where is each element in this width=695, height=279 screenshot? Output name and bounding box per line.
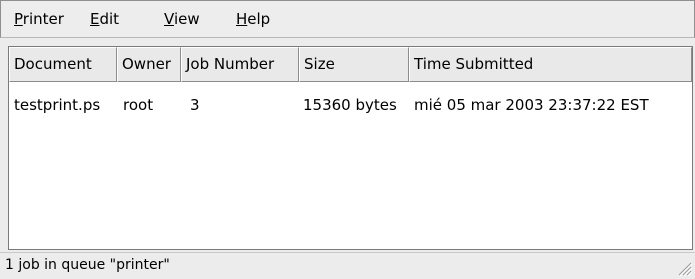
menu-view-label: iew (173, 10, 200, 28)
menu-edit[interactable]: Edit (90, 10, 119, 28)
status-text: 1 job in queue "printer" (5, 257, 170, 273)
menu-help[interactable]: Help (236, 10, 270, 28)
menu-printer[interactable]: Printer (14, 10, 64, 28)
table-row[interactable]: testprint.ps root 3 15360 bytes mié 05 m… (9, 94, 692, 116)
cell-job-number: 3 (190, 96, 200, 114)
menu-printer-mnemonic: P (14, 10, 23, 28)
column-header-time-submitted[interactable]: Time Submitted (409, 47, 692, 82)
job-list[interactable]: Document Owner Job Number Size Time Subm… (8, 46, 693, 250)
cell-size: 15360 bytes (303, 96, 397, 114)
menu-printer-label: rinter (22, 10, 64, 28)
column-header-size[interactable]: Size (299, 47, 409, 82)
cell-owner: root (123, 96, 154, 114)
menu-view[interactable]: View (164, 10, 200, 28)
column-header-document[interactable]: Document (9, 47, 117, 82)
cell-document: testprint.ps (14, 96, 101, 114)
column-header-row: Document Owner Job Number Size Time Subm… (9, 47, 692, 82)
menu-help-mnemonic: H (236, 10, 248, 28)
column-header-owner[interactable]: Owner (117, 47, 181, 82)
menu-help-label: elp (247, 10, 271, 28)
cell-time-submitted: mié 05 mar 2003 23:37:22 EST (414, 96, 649, 114)
status-bar: 1 job in queue "printer" (0, 252, 695, 279)
menu-bar: Printer Edit View Help (0, 0, 695, 38)
column-header-job-number[interactable]: Job Number (181, 47, 299, 82)
menu-view-mnemonic: V (164, 10, 174, 28)
resize-grip-icon[interactable] (676, 260, 692, 276)
menu-edit-label: dit (99, 10, 120, 28)
